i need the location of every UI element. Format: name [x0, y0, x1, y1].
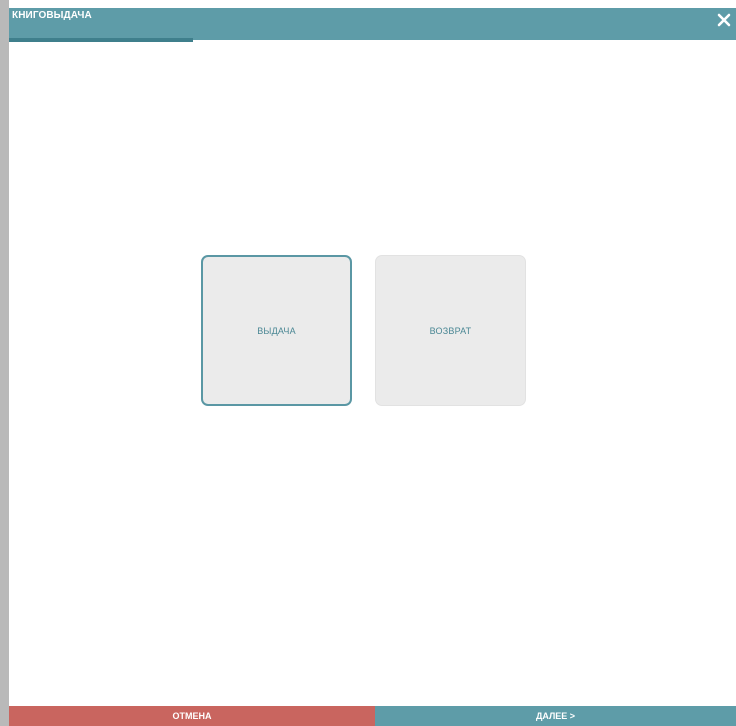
title-bar: КНИГОВЫДАЧА — [9, 8, 736, 40]
close-icon — [717, 13, 731, 27]
left-border — [0, 0, 9, 726]
option-issue-tile[interactable]: ВЫДАЧА — [201, 255, 352, 406]
dialog-window: КНИГОВЫДАЧА ВЫДАЧА ВОЗВРАТ ОТМЕНА ДАЛЕЕ … — [0, 0, 736, 726]
option-return-label: ВОЗВРАТ — [429, 325, 472, 336]
next-button[interactable]: ДАЛЕЕ > — [375, 706, 736, 726]
option-return-tile[interactable]: ВОЗВРАТ — [375, 255, 526, 406]
option-issue-label: ВЫДАЧА — [257, 325, 296, 336]
footer-bar: ОТМЕНА ДАЛЕЕ > — [9, 706, 736, 726]
cancel-button[interactable]: ОТМЕНА — [9, 706, 375, 726]
content-area — [9, 42, 736, 706]
close-button[interactable] — [716, 12, 732, 28]
window-title: КНИГОВЫДАЧА — [12, 10, 92, 21]
